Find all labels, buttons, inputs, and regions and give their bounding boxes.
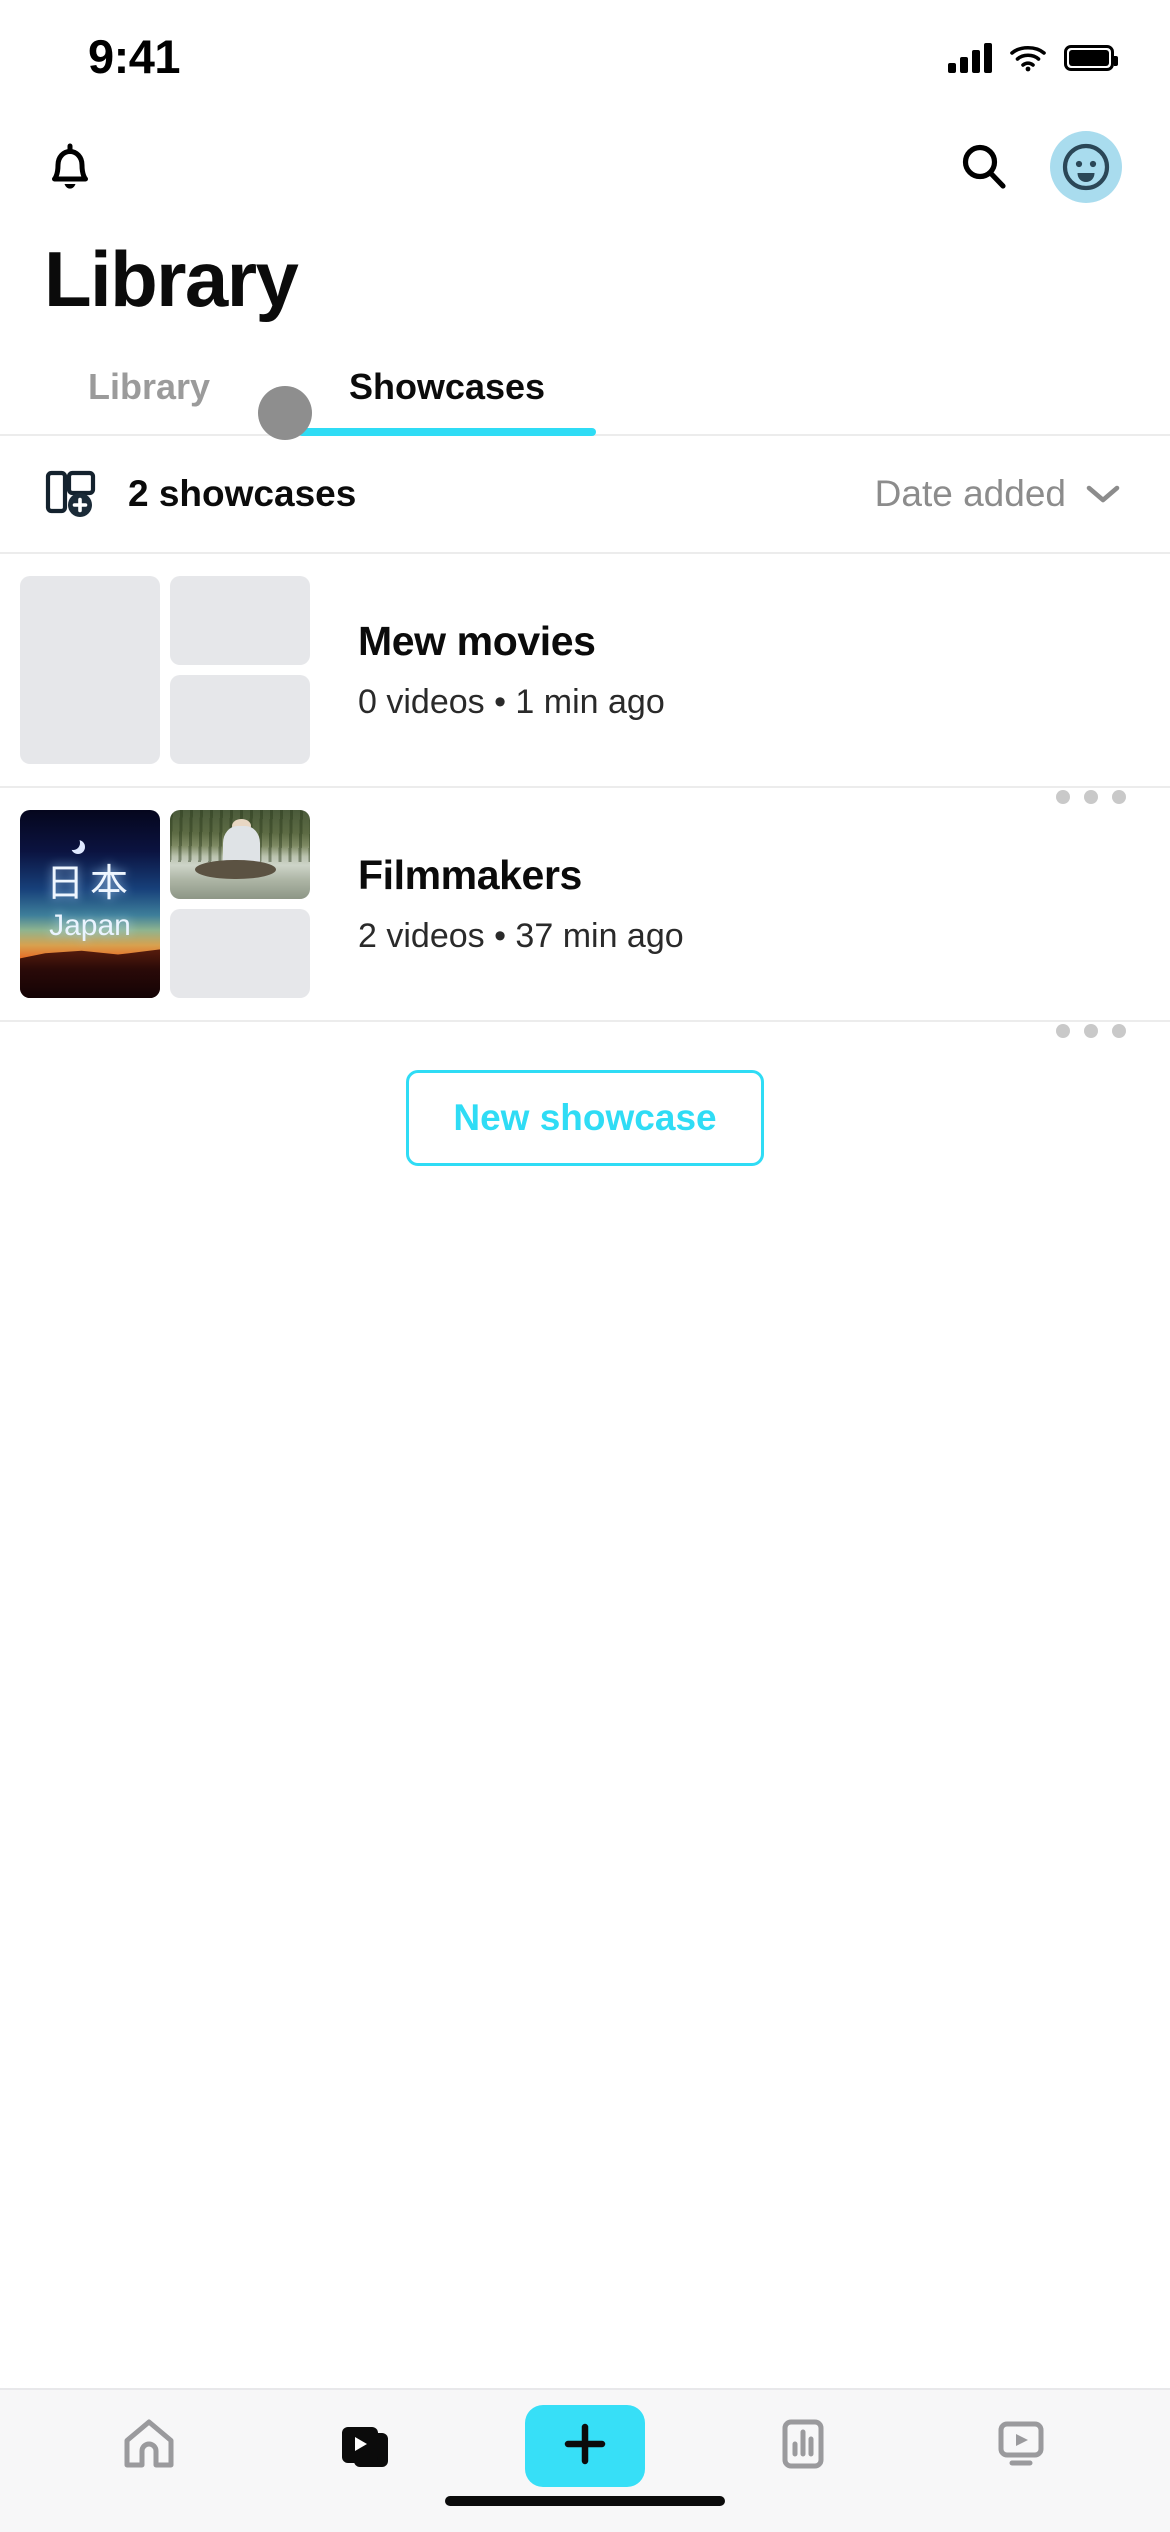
showcase-title: Mew movies [358, 618, 596, 664]
showcase-toolbar: 2 showcases Date added [0, 436, 1170, 554]
tab-library[interactable]: Library [0, 344, 298, 434]
showcase-subtitle: 2 videos • 37 min ago [358, 917, 684, 955]
showcase-subtitle: 0 videos • 1 min ago [358, 683, 665, 721]
poster-kanji: 日本 [45, 863, 134, 905]
status-indicators [948, 43, 1118, 73]
thumbnail-secondary-bottom [170, 675, 310, 764]
showcase-count: 2 showcases [128, 473, 357, 514]
new-showcase-button[interactable]: New showcase [406, 1070, 764, 1166]
poster-romaji: Japan [49, 909, 131, 942]
showcase-thumbnail-collage [20, 576, 310, 764]
home-indicator [445, 2496, 725, 2506]
avatar[interactable] [1050, 131, 1122, 203]
new-showcase-area: New showcase [0, 1022, 1170, 1166]
video-library-icon [336, 2413, 398, 2480]
tab-bar-item-create[interactable] [510, 2398, 660, 2494]
showcase-row[interactable]: 日本 Japan Filmmakers 2 videos • 37 min ag… [0, 788, 1170, 1038]
bar-chart-icon [772, 2413, 834, 2480]
app-header [0, 112, 1170, 222]
status-bar: 9:41 [0, 0, 1170, 112]
page-title: Library [44, 235, 299, 323]
showcase-row[interactable]: Mew movies 0 videos • 1 min ago [0, 554, 1170, 804]
bottom-tab-bar [0, 2388, 1170, 2532]
home-icon [118, 2413, 180, 2480]
touch-indicator [258, 386, 312, 440]
thumbnail-main: 日本 Japan [20, 810, 160, 998]
more-options-icon[interactable] [1056, 1024, 1126, 1042]
sort-dropdown[interactable]: Date added [875, 473, 1122, 515]
moon-icon [66, 836, 80, 850]
tab-bar-item-library[interactable] [292, 2398, 442, 2494]
wifi-icon [1010, 44, 1046, 72]
avatar-smiley-icon [1062, 143, 1110, 191]
thumbnail-main [20, 576, 160, 764]
create-button[interactable] [525, 2405, 645, 2487]
status-time: 9:41 [88, 29, 181, 83]
chevron-down-icon [1084, 473, 1122, 515]
cellular-signal-icon [948, 43, 992, 73]
thumbnail-secondary-bottom [170, 909, 310, 998]
add-showcase-icon[interactable] [44, 467, 98, 521]
bell-icon[interactable] [44, 139, 96, 195]
tab-bar-item-watch[interactable] [946, 2398, 1096, 2494]
tab-showcases[interactable]: Showcases [298, 344, 596, 436]
plus-icon [561, 2420, 609, 2473]
tab-bar-item-home[interactable] [74, 2398, 224, 2494]
battery-icon [1064, 45, 1118, 71]
thumbnail-secondary-top [170, 810, 310, 899]
search-icon[interactable] [956, 139, 1012, 195]
tab-strip: Library Showcases [0, 344, 1170, 440]
showcase-thumbnail-collage: 日本 Japan [20, 810, 310, 998]
tab-bar-item-analytics[interactable] [728, 2398, 878, 2494]
thumbnail-secondary-top [170, 576, 310, 665]
showcase-title: Filmmakers [358, 852, 582, 898]
screen-play-icon [990, 2413, 1052, 2480]
sort-label: Date added [874, 473, 1066, 514]
